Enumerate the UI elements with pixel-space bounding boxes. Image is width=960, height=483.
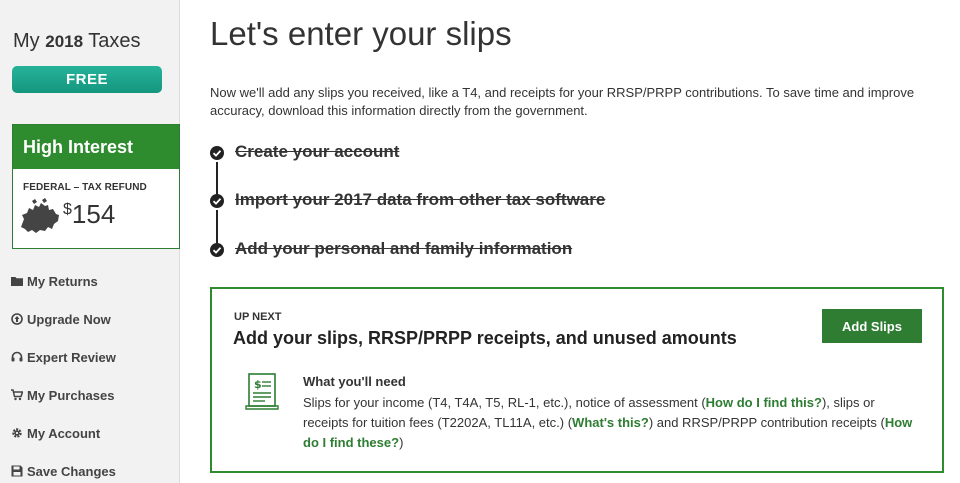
app-title: My 2018 Taxes [13,30,141,53]
refund-label: FEDERAL – TAX REFUND [23,182,147,193]
whats-this-link[interactable]: What's this? [572,415,649,430]
step-label: Create your account [235,142,400,161]
svg-text:$: $ [254,378,262,391]
sidebar-item-label: My Purchases [27,387,115,403]
intro-text: Now we'll add any slips you received, li… [210,85,915,118]
sidebar-item-label: My Returns [27,273,98,289]
up-next-label: UP NEXT [234,311,282,323]
gear-icon [11,427,23,439]
currency-symbol: $ [63,201,72,218]
check-circle-icon [210,194,224,208]
refund-card: High Interest FEDERAL – TAX REFUND $154 [12,124,180,249]
sidebar-item-label: Expert Review [27,349,116,365]
refund-heading: High Interest [13,125,179,169]
brand-suffix: Taxes [88,30,141,52]
sidebar-item-my-purchases[interactable]: My Purchases [11,376,116,414]
sidebar-item-label: Save Changes [27,463,116,479]
headset-icon [11,351,23,363]
sidebar-item-label: My Account [27,425,101,441]
sidebar-nav: My Returns Upgrade Now Expert Review My … [11,262,116,483]
need-text-part: ) [399,435,404,450]
need-text-part: Slips for your income (T4, T4A, T5, RL-1… [303,395,706,410]
check-circle-icon [210,146,224,160]
sidebar-item-my-returns[interactable]: My Returns [11,262,116,300]
need-description: Slips for your income (T4, T4A, T5, RL-1… [303,393,923,453]
sidebar-item-expert-review[interactable]: Expert Review [11,338,116,376]
up-next-card: UP NEXT Add your slips, RRSP/PRPP receip… [210,287,944,473]
step-label: Import your 2017 data from other tax sof… [235,190,606,209]
cart-icon [11,389,23,401]
add-slips-button[interactable]: Add Slips [822,309,922,343]
up-next-title: Add your slips, RRSP/PRPP receipts, and … [233,328,737,348]
refund-value: 154 [71,199,116,229]
sidebar-item-save-changes[interactable]: Save Changes [11,452,116,483]
receipt-icon: $ [245,373,279,410]
step-label: Add your personal and family information [235,239,573,258]
sidebar-item-upgrade-now[interactable]: Upgrade Now [11,300,116,338]
brand-year: 2018 [45,32,84,51]
sidebar: My 2018 Taxes FREE High Interest FEDERAL… [0,0,180,483]
folder-icon [11,275,23,287]
need-title: What you'll need [303,374,406,389]
brand-prefix: My [13,30,40,52]
need-text-part: ) and RRSP/PRPP contribution receipts ( [648,415,885,430]
canada-map-icon [21,198,59,233]
plan-badge[interactable]: FREE [12,66,162,93]
sidebar-item-label: Upgrade Now [27,311,111,327]
arrow-up-circle-icon [11,313,23,325]
floppy-disk-icon [11,465,23,477]
refund-amount: $154 [63,199,115,230]
sidebar-item-my-account[interactable]: My Account [11,414,116,452]
check-circle-icon [210,243,224,257]
page-title: Let's enter your slips [210,15,512,52]
how-find-this-link[interactable]: How do I find this? [706,395,822,410]
